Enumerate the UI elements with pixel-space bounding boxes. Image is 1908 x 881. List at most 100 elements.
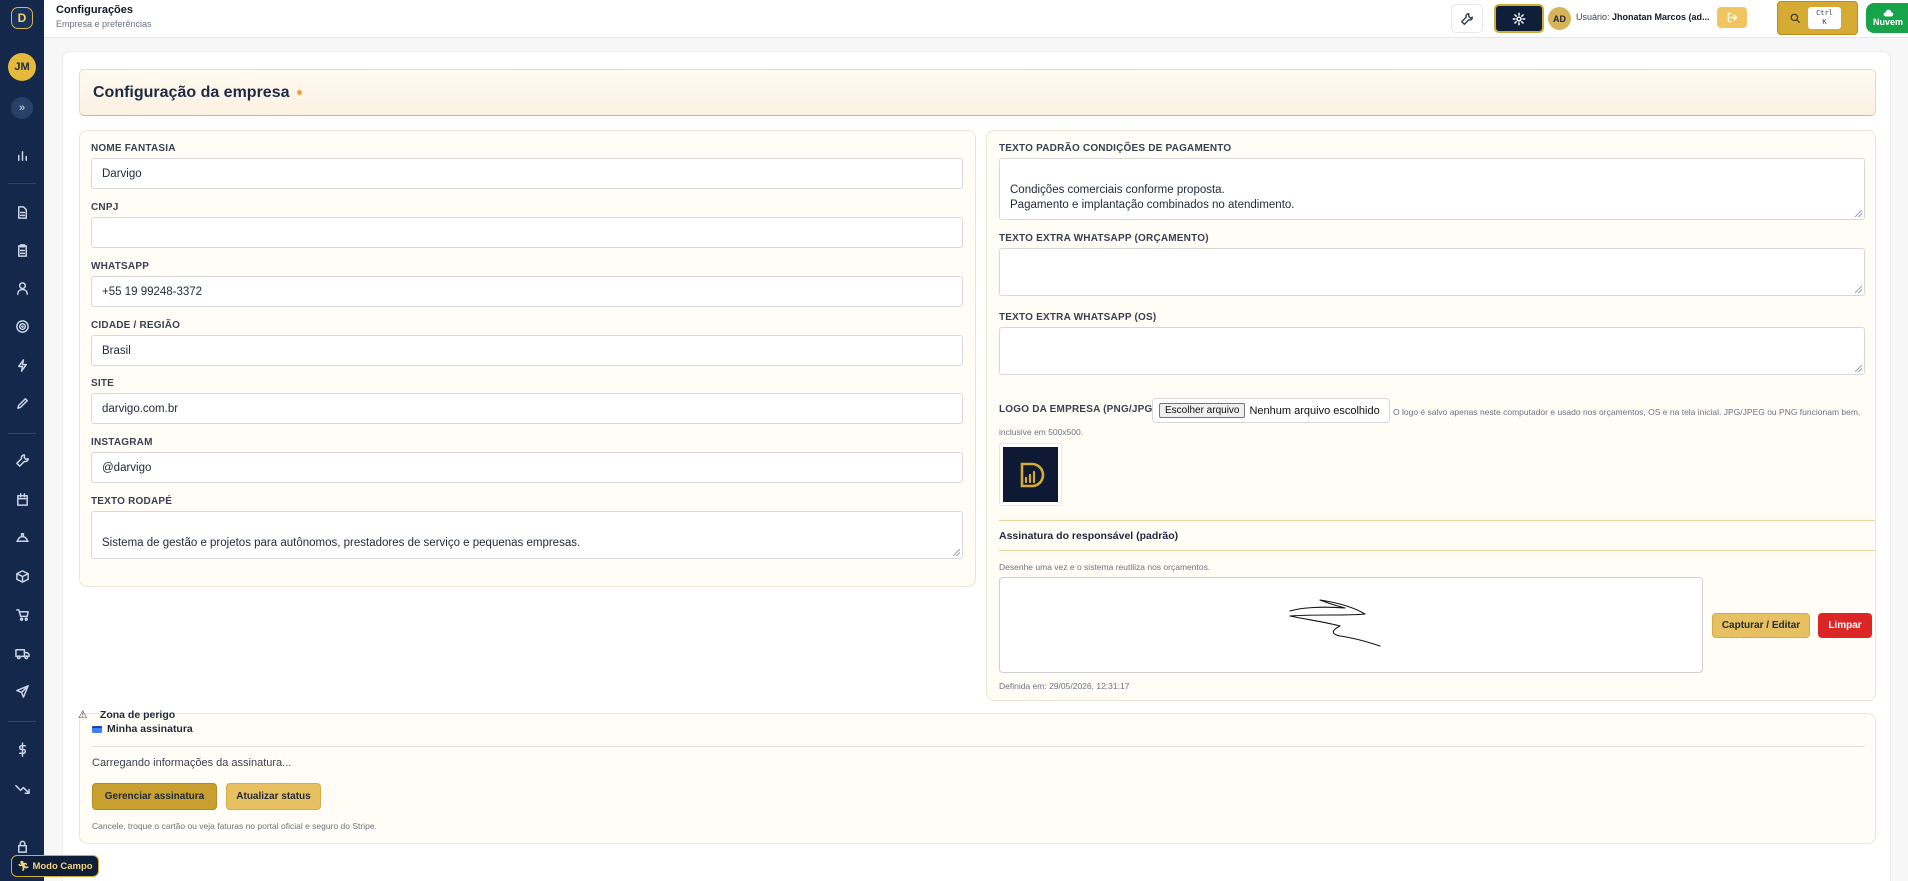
whatsapp-os-textarea[interactable] [999,327,1865,375]
site-input[interactable]: darvigo.com.br [91,393,963,424]
sidebar-item-send[interactable] [12,681,32,701]
divider [999,550,1875,551]
footer-text-textarea[interactable]: Sistema de gestão e projetos para autôno… [91,511,963,559]
darvigo-logo-icon [1020,462,1044,487]
subscription-title-text: Minha assinatura [107,723,193,735]
subscription-note: Cancele, troque o cartão ou veja faturas… [92,821,377,831]
status-dot [296,90,302,96]
resize-handle[interactable] [1855,286,1862,293]
sidebar-item-clipboard[interactable] [12,240,32,260]
sidebar-item-sales[interactable] [12,604,32,624]
sidebar-item-documents[interactable] [12,202,32,222]
sidebar-item-trends[interactable] [12,778,32,798]
app-logo[interactable]: D [11,7,33,29]
logout-button[interactable] [1717,7,1747,28]
sidebar-item-security[interactable] [12,836,32,856]
field-mode-label: Modo Campo [32,860,93,872]
sidebar-item-products[interactable] [12,566,32,586]
resize-handle[interactable] [1855,365,1862,372]
sidebar-item-edit[interactable] [12,393,32,413]
manage-subscription-button[interactable]: Gerenciar assinatura [92,783,217,810]
lock-icon [17,840,27,853]
expand-sidebar-button[interactable]: » [11,97,33,119]
settings-button[interactable] [1494,4,1544,33]
clipboard-icon [17,243,27,257]
sidebar-item-calendar[interactable] [12,489,32,509]
sidebar: D JM » [0,0,44,881]
user-icon [16,281,28,295]
calendar-icon [16,492,28,506]
resize-handle[interactable] [1855,210,1862,217]
payment-terms-label: TEXTO PADRÃO CONDIÇÕES DE PAGAMENTO [999,143,1232,154]
subscription-loading-text: Carregando informações da assinatura... [92,757,292,769]
clear-signature-button[interactable]: Limpar [1818,613,1872,638]
box-icon [15,569,29,583]
user-info: Usuário: Jhonatan Marcos (ad... [1576,12,1710,22]
top-header: Configurações Empresa e preferências AD … [44,0,1908,38]
capture-signature-button[interactable]: Capturar / Editar [1712,613,1810,638]
subscription-card: Minha assinatura Carregando informações … [79,713,1876,844]
danger-zone-title-text: Zona de perigo [99,709,176,721]
subscription-title: Minha assinatura [92,723,193,735]
trending-down-icon [14,784,30,794]
cnpj-label: CNPJ [91,202,119,213]
cnpj-input[interactable] [91,217,963,248]
page-title: Configurações [56,4,134,16]
site-label: SITE [91,378,115,389]
sidebar-item-dashboard[interactable] [12,145,32,165]
shortcut-key-ctrl: Ctrl [1816,9,1833,17]
sidebar-item-finance[interactable] [12,739,32,759]
whatsapp-os-label: TEXTO EXTRA WHATSAPP (OS) [999,312,1157,323]
city-input[interactable]: Brasil [91,335,963,366]
payment-terms-value: Condições comerciais conforme proposta. … [1010,184,1295,211]
payment-terms-textarea[interactable]: Condições comerciais conforme proposta. … [999,158,1865,220]
search-icon [1790,13,1800,23]
bar-chart-icon [17,150,27,161]
field-mode-button[interactable]: 🏃︎ Modo Campo [11,855,99,877]
instagram-label: INSTAGRAM [91,437,153,448]
sidebar-item-delivery[interactable] [12,643,32,663]
truck-icon [14,648,30,659]
sidebar-item-services[interactable] [12,527,32,547]
signature-canvas[interactable] [999,577,1703,673]
whatsapp-input[interactable]: +55 19 99248-3372 [91,276,963,307]
tools-button[interactable] [1451,4,1483,33]
fantasy-name-input[interactable]: Darvigo [91,158,963,189]
user-avatar-badge[interactable]: AD [1548,7,1571,30]
resize-handle[interactable] [953,549,960,556]
sidebar-item-automations[interactable] [12,355,32,375]
divider [999,520,1875,521]
wrench-icon [1461,12,1473,25]
cloud-sync-button[interactable]: Nuvem [1866,3,1908,33]
command-search-button[interactable]: Ctrl K [1777,1,1858,35]
whatsapp-budget-label: TEXTO EXTRA WHATSAPP (ORÇAMENTO) [999,233,1209,244]
city-label: CIDADE / REGIÃO [91,320,181,331]
divider [92,746,1865,747]
fantasy-name-label: NOME FANTASIA [91,143,176,154]
logo-hint: O logo é salvo apenas neste computador e… [999,407,1861,437]
whatsapp-label: WHATSAPP [91,261,150,272]
sidebar-divider [8,721,36,722]
sidebar-divider [8,433,36,434]
sidebar-item-clients[interactable] [12,278,32,298]
company-logo-image [1003,447,1058,502]
whatsapp-budget-textarea[interactable] [999,248,1865,296]
cloud-icon [1883,9,1893,17]
pencil-icon [16,397,28,409]
shortcut-key-k: K [1822,18,1827,26]
hardhat-icon [15,532,29,542]
danger-zone-title: ⚠ Zona de perigo [78,709,1907,721]
send-icon [15,684,29,698]
instagram-input[interactable]: @darvigo [91,452,963,483]
logout-icon [1727,12,1737,23]
sidebar-item-tools[interactable] [12,450,32,470]
refresh-status-button[interactable]: Atualizar status [226,783,321,810]
person-icon: 🏃︎ [17,860,30,872]
signature-defined-at: Definida em: 29/05/2026, 12:31:17 [999,681,1130,691]
cloud-label: Nuvem [1872,17,1903,27]
sidebar-item-goals[interactable] [12,316,32,336]
signature-drawing [1289,599,1381,647]
company-logo-preview [999,443,1062,506]
company-info-card: NOME FANTASIA Darvigo CNPJ WHATSAPP +55 … [79,130,976,587]
user-avatar[interactable]: JM [8,53,36,81]
